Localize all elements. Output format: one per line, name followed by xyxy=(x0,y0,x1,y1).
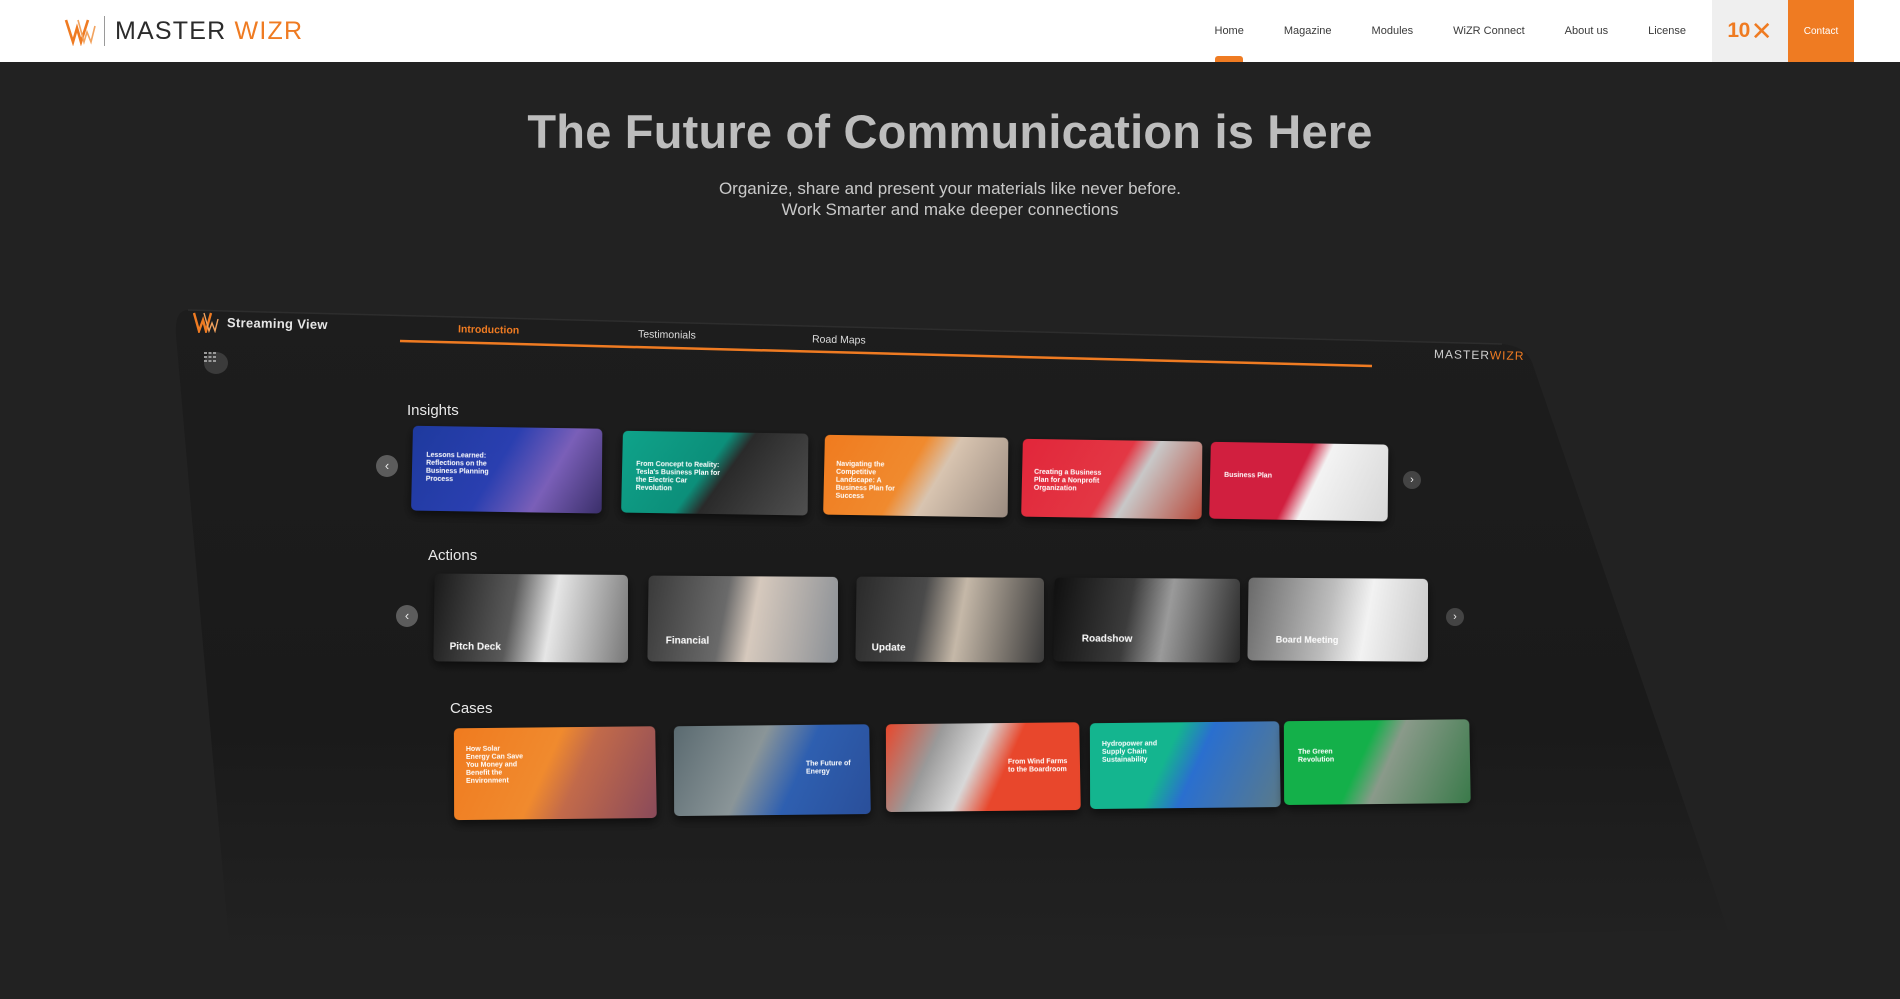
card-insights-2[interactable]: From Concept to Reality: Tesla's Busines… xyxy=(621,430,809,516)
card-cases-2-title: The Future of Energy xyxy=(805,760,851,776)
card-cases-4-title: Hydropower and Supply Chain Sustainabili… xyxy=(1101,740,1158,764)
card-cases-1-title: How Solar Energy Can Save You Money and … xyxy=(465,745,524,785)
card-insights-5-title: Business Plan xyxy=(1224,471,1273,480)
card-insights-4[interactable]: Creating a Business Plan for a Nonprofit… xyxy=(1021,438,1203,520)
card-cases-3[interactable]: From Wind Farms to the Boardroom xyxy=(885,722,1081,813)
actions-prev-button[interactable]: ‹ xyxy=(396,605,418,627)
card-insights-2-title: From Concept to Reality: Tesla's Busines… xyxy=(635,460,721,493)
grid-dots-icon xyxy=(204,352,216,362)
card-insights-3-title: Navigating the Competitive Landscape: A … xyxy=(835,460,895,501)
card-actions-2-title: Financial xyxy=(665,635,710,647)
tab-testimonials[interactable]: Testimonials xyxy=(638,328,696,341)
tab-introduction[interactable]: Introduction xyxy=(458,323,519,336)
section-title-insights: Insights xyxy=(407,402,459,419)
card-actions-5[interactable]: Board Meeting xyxy=(1247,577,1429,662)
card-actions-3-title: Update xyxy=(871,642,906,654)
card-insights-1-title: Lessons Learned: Reflections on the Busi… xyxy=(425,451,489,484)
card-insights-3[interactable]: Navigating the Competitive Landscape: A … xyxy=(823,434,1009,518)
insights-next-button[interactable]: › xyxy=(1403,471,1421,489)
card-cases-3-title: From Wind Farms to the Boardroom xyxy=(1007,758,1068,774)
section-title-cases: Cases xyxy=(450,700,493,717)
card-cases-4[interactable]: Hydropower and Supply Chain Sustainabili… xyxy=(1089,721,1281,810)
card-actions-4-title: Roadshow xyxy=(1081,633,1133,645)
card-cases-5-title: The Green Revolution xyxy=(1297,748,1335,764)
insights-prev-button[interactable]: ‹ xyxy=(376,455,398,477)
card-insights-1[interactable]: Lessons Learned: Reflections on the Busi… xyxy=(411,425,603,514)
app-brand-accent: WIZR xyxy=(1489,348,1525,363)
card-insights-4-title: Creating a Business Plan for a Nonprofit… xyxy=(1033,468,1102,493)
streaming-view-mockup: Streaming View Introduction Testimonials… xyxy=(0,0,1900,999)
card-actions-5-title: Board Meeting xyxy=(1275,634,1339,645)
app-brand-mark-icon xyxy=(193,312,219,333)
actions-next-button[interactable]: › xyxy=(1446,608,1464,626)
card-actions-2[interactable]: Financial xyxy=(647,575,839,663)
card-actions-3[interactable]: Update xyxy=(855,576,1045,663)
app-brand-main: MASTER xyxy=(1433,347,1490,363)
card-actions-1-title: Pitch Deck xyxy=(449,641,501,653)
card-insights-5[interactable]: Business Plan xyxy=(1209,441,1389,522)
card-cases-1[interactable]: How Solar Energy Can Save You Money and … xyxy=(453,726,657,821)
app-brand-wordmark: MASTERWIZR xyxy=(1434,347,1525,363)
chevron-right-icon: › xyxy=(1410,474,1414,486)
chevron-left-icon: ‹ xyxy=(404,608,410,623)
app-title: Streaming View xyxy=(226,314,328,333)
card-actions-4[interactable]: Roadshow xyxy=(1053,577,1241,663)
card-cases-2[interactable]: The Future of Energy xyxy=(673,724,871,817)
grid-icon[interactable] xyxy=(204,352,228,374)
card-cases-5[interactable]: The Green Revolution xyxy=(1283,719,1471,806)
section-title-actions: Actions xyxy=(428,547,478,564)
tab-road-maps[interactable]: Road Maps xyxy=(812,333,866,346)
card-actions-1[interactable]: Pitch Deck xyxy=(433,573,629,663)
chevron-right-icon: › xyxy=(1453,611,1457,623)
chevron-left-icon: ‹ xyxy=(384,458,390,473)
